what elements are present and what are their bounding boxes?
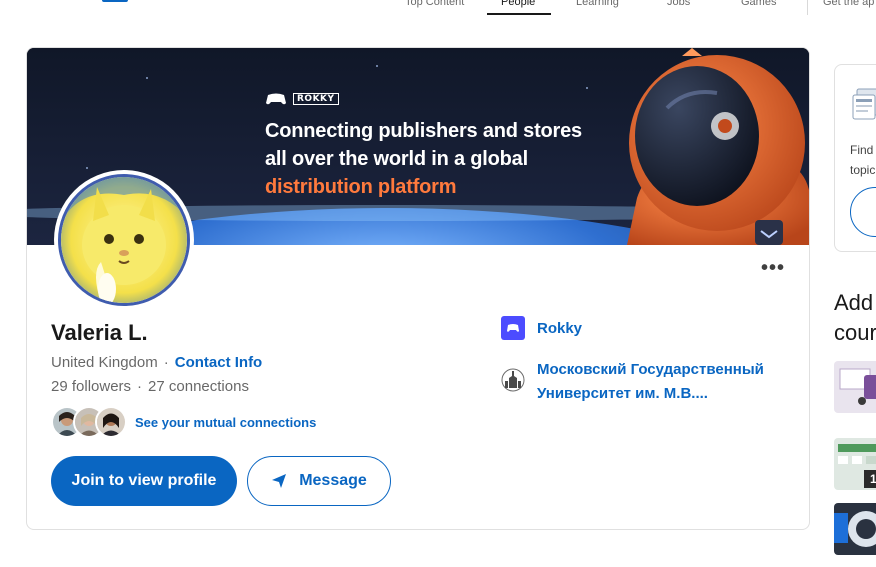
nav-get-app[interactable]: Get the ap — [823, 0, 874, 8]
followers-count: 29 followers — [51, 378, 132, 395]
nav-top-content[interactable]: Top Content — [405, 0, 464, 8]
nav-jobs[interactable]: Jobs — [667, 0, 690, 8]
current-company[interactable]: Rokky — [501, 316, 582, 340]
banner-brand: ROKKY — [265, 92, 339, 106]
nav-learning[interactable]: Learning — [576, 0, 619, 8]
sidebar-card-text-2: topic — [850, 163, 876, 177]
mutual-connections-link[interactable]: See your mutual connections — [135, 415, 316, 430]
university-name[interactable]: Московский Государственный Университет и… — [537, 358, 787, 406]
course-thumbnail-1[interactable] — [834, 361, 876, 413]
send-icon — [272, 474, 287, 488]
company-name[interactable]: Rokky — [537, 320, 582, 337]
education[interactable]: Московский Государственный Университет и… — [501, 358, 787, 406]
company-logo-icon — [501, 316, 525, 340]
more-options-icon[interactable]: ••• — [761, 258, 785, 278]
course-thumbnail-3[interactable] — [834, 503, 876, 555]
profile-location: United Kingdom — [51, 354, 158, 371]
nav-divider — [807, 0, 808, 15]
top-nav: Top Content People Learning Jobs Games G… — [0, 0, 876, 20]
meta-separator: · — [163, 354, 169, 371]
mutual-connections[interactable]: See your mutual connections — [51, 406, 316, 438]
avatar-image — [61, 177, 187, 303]
banner-headline-2: all over the world in a global — [265, 148, 528, 170]
sidebar-card-button[interactable] — [850, 187, 876, 237]
profile-location-line: United Kingdom · Contact Info — [51, 354, 262, 371]
gamepad-icon — [266, 93, 286, 105]
banner-headline-1: Connecting publishers and stores — [265, 120, 582, 142]
sidebar-card-text-1: Find — [850, 143, 874, 157]
mutual-avatar-3 — [95, 406, 127, 438]
message-button[interactable]: Message — [247, 456, 391, 506]
nav-games[interactable]: Games — [741, 0, 776, 8]
university-logo-icon — [501, 368, 525, 392]
document-stack-icon — [852, 88, 876, 120]
nav-active-indicator — [487, 13, 551, 15]
sidebar-section-title-1: Add — [834, 290, 874, 315]
banner-headline-3: distribution platform — [265, 176, 457, 198]
course-thumbnail-badge: 1 — [870, 472, 876, 486]
avatar — [54, 170, 194, 310]
banner-brand-name: ROKKY — [293, 93, 339, 105]
nav-people[interactable]: People — [501, 0, 535, 8]
profile-card: ROKKY Connecting publishers and stores a… — [26, 47, 810, 530]
course-thumbnail-2[interactable]: 1 — [834, 438, 876, 490]
linkedin-logo-icon[interactable] — [102, 0, 128, 2]
join-to-view-profile-button[interactable]: Join to view profile — [51, 456, 237, 506]
profile-name: Valeria L. — [51, 320, 148, 345]
sidebar-section-title-2: cour — [834, 320, 876, 345]
connections-count: 27 connections — [148, 378, 249, 395]
sidebar-promo-card: Find topic — [834, 64, 876, 252]
message-button-label: Message — [299, 472, 367, 489]
profile-network-line: 29 followers · 27 connections — [51, 378, 249, 395]
meta-separator: · — [137, 378, 143, 395]
contact-info-link[interactable]: Contact Info — [175, 354, 263, 371]
